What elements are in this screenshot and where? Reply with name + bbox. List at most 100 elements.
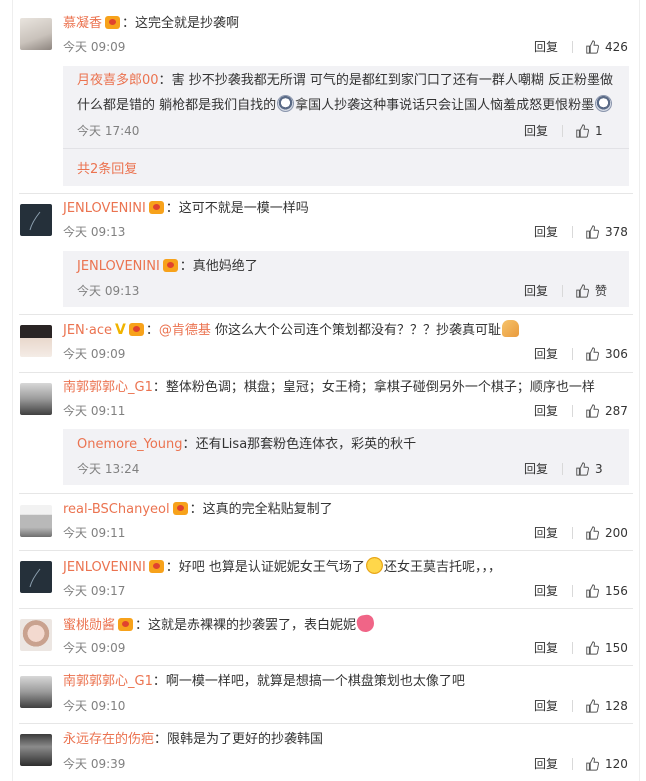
thumbs-up-icon bbox=[576, 462, 589, 476]
username[interactable]: 南郭郭郭心_G1 bbox=[63, 674, 153, 689]
timestamp: 今天 09:09 bbox=[63, 347, 126, 361]
username[interactable]: 月夜喜多郎00 bbox=[77, 73, 159, 88]
reply-text: 害 抄不抄袭我都无所谓 可气的是都红到家门口了还有一群人嘲糊 反正粉墨做 bbox=[171, 73, 613, 88]
like-button[interactable]: 287 bbox=[585, 402, 629, 420]
timestamp: 今天 09:13 bbox=[63, 225, 126, 239]
avatar[interactable] bbox=[20, 325, 52, 357]
more-replies-link[interactable]: 共2条回复 bbox=[77, 158, 137, 177]
thumbs-up-icon bbox=[576, 124, 589, 138]
like-button[interactable]: 128 bbox=[585, 697, 629, 715]
username[interactable]: JENLOVENINI bbox=[77, 259, 160, 274]
username[interactable]: 慕凝香 bbox=[63, 16, 102, 31]
mention-link[interactable]: @肯德基 bbox=[159, 323, 211, 338]
comment-item: 南郭郭郭心_G1：啊一模一样吧，就算是想搞一个棋盘策划也太像了吧 今天 09:1… bbox=[13, 665, 641, 723]
fan-badge-icon bbox=[128, 323, 144, 336]
like-button[interactable]: 156 bbox=[585, 582, 629, 600]
avatar[interactable] bbox=[20, 383, 52, 415]
comment-text: 还女王莫吉托呢，，， bbox=[383, 560, 501, 575]
comment-item: 蜜桃勋酱 ：这就是赤裸裸的抄袭罢了，表白妮妮 今天 09:09 回复 150 bbox=[13, 608, 641, 665]
comment-item: 永远存在的伤疤：限韩是为了更好的抄袭韩国 今天 09:39 回复 120 bbox=[13, 723, 641, 781]
thumbs-up-icon bbox=[586, 40, 599, 54]
thumbs-up-icon bbox=[586, 584, 599, 598]
username[interactable]: JENLOVENINI bbox=[63, 201, 146, 216]
reply-button[interactable]: 回复 bbox=[534, 697, 558, 715]
like-button[interactable]: 426 bbox=[585, 38, 629, 56]
like-count: 1 bbox=[595, 124, 603, 138]
reply-button[interactable]: 回复 bbox=[534, 582, 558, 600]
comment-text: 好吧 也算是认证妮妮女王气场了 bbox=[178, 560, 365, 575]
emoji-icon bbox=[277, 95, 295, 112]
like-button[interactable]: 赞 bbox=[575, 282, 619, 300]
username[interactable]: Onemore_Young bbox=[77, 437, 183, 452]
reply-button[interactable]: 回复 bbox=[534, 755, 558, 773]
reply-button[interactable]: 回复 bbox=[534, 223, 558, 241]
like-button[interactable]: 120 bbox=[585, 755, 629, 773]
avatar[interactable] bbox=[20, 204, 52, 236]
timestamp: 今天 09:11 bbox=[63, 404, 126, 418]
fan-badge-icon bbox=[148, 560, 164, 573]
reply-button[interactable]: 回复 bbox=[534, 524, 558, 542]
comment-text: 这真的完全粘贴复制了 bbox=[202, 502, 333, 517]
reply-text: 什么都是错的 躺枪都是我们自找的 bbox=[77, 98, 277, 113]
fan-badge-icon bbox=[118, 618, 134, 631]
avatar[interactable] bbox=[20, 561, 52, 593]
reply-thread: JENLOVENINI ：真他妈绝了 今天 09:13 回复 赞 bbox=[63, 251, 629, 307]
timestamp: 今天 09:09 bbox=[63, 641, 126, 655]
comment-text: 你这么大个公司连个策划都没有？？？抄袭真可耻 bbox=[215, 323, 502, 338]
reply-button[interactable]: 回复 bbox=[534, 402, 558, 420]
reply-thread: Onemore_Young：还有Lisa那套粉色连体衣，彩英的秋千 今天 13:… bbox=[63, 429, 629, 485]
username[interactable]: 永远存在的伤疤 bbox=[63, 732, 154, 747]
like-button[interactable]: 150 bbox=[585, 639, 629, 657]
username[interactable]: JENLOVENINI bbox=[63, 560, 146, 575]
thumbs-up-icon bbox=[586, 641, 599, 655]
timestamp: 今天 09:17 bbox=[63, 584, 126, 598]
like-count: 426 bbox=[605, 40, 628, 54]
timestamp: 今天 17:40 bbox=[77, 124, 140, 138]
reply-button[interactable]: 回复 bbox=[534, 38, 558, 56]
timestamp: 今天 09:13 bbox=[77, 284, 140, 298]
comment-text: 这可不就是一模一样吗 bbox=[178, 201, 309, 216]
reply-button[interactable]: 回复 bbox=[534, 639, 558, 657]
reply-button[interactable]: 回复 bbox=[524, 122, 548, 140]
comment-item: JEN·ace V ：@肯德基 你这么大个公司连个策划都没有？？？抄袭真可耻 今天 … bbox=[13, 314, 641, 372]
comment-list: 慕凝香 ：这完全就是抄袭啊 今天 09:09 回复 426 月夜喜多郎00：害 抄… bbox=[12, 0, 640, 781]
comment-text: 这就是赤裸裸的抄袭罢了，表白妮妮 bbox=[148, 618, 357, 633]
thumbs-up-icon bbox=[586, 526, 599, 540]
reply-text: 拿国人抄袭这种事说话只会让国人恼羞成怒更恨粉墨 bbox=[295, 98, 595, 113]
like-button[interactable]: 200 bbox=[585, 524, 629, 542]
username[interactable]: JEN·ace bbox=[63, 323, 112, 338]
comment-text: 这完全就是抄袭啊 bbox=[135, 16, 240, 31]
username[interactable]: 蜜桃勋酱 bbox=[63, 618, 115, 633]
fan-badge-icon bbox=[172, 502, 188, 515]
username[interactable]: real-BSChanyeol bbox=[63, 502, 170, 517]
avatar[interactable] bbox=[20, 619, 52, 651]
reply-button[interactable]: 回复 bbox=[524, 282, 548, 300]
timestamp: 今天 09:11 bbox=[63, 526, 126, 540]
avatar[interactable] bbox=[20, 505, 52, 537]
avatar[interactable] bbox=[20, 18, 52, 50]
like-button[interactable]: 1 bbox=[575, 122, 619, 140]
pray-emoji-icon bbox=[502, 320, 520, 337]
comment-text: 整体粉色调；棋盘；皇冠；女王椅；拿棋子碰倒另外一个棋子；顺序也一样 bbox=[165, 380, 595, 395]
thumbs-up-icon bbox=[586, 225, 599, 239]
like-button[interactable]: 306 bbox=[585, 345, 629, 363]
comment-text: 啊一模一样吧，就算是想搞一个棋盘策划也太像了吧 bbox=[165, 674, 465, 689]
thumbs-up-icon bbox=[586, 347, 599, 361]
heart-emoji-icon bbox=[355, 613, 376, 634]
username[interactable]: 南郭郭郭心_G1 bbox=[63, 380, 153, 395]
fan-badge-icon bbox=[148, 201, 164, 214]
timestamp: 今天 09:09 bbox=[63, 40, 126, 54]
reply-button[interactable]: 回复 bbox=[534, 345, 558, 363]
reply-button[interactable]: 回复 bbox=[524, 460, 548, 478]
comment-item: 慕凝香 ：这完全就是抄袭啊 今天 09:09 回复 426 月夜喜多郎00：害 抄… bbox=[13, 0, 641, 196]
like-button[interactable]: 378 bbox=[585, 223, 629, 241]
thumbs-up-icon bbox=[586, 757, 599, 771]
fan-badge-icon bbox=[105, 16, 121, 29]
avatar[interactable] bbox=[20, 734, 52, 766]
timestamp: 今天 09:10 bbox=[63, 699, 126, 713]
like-button[interactable]: 3 bbox=[575, 460, 619, 478]
avatar[interactable] bbox=[20, 676, 52, 708]
comment-item: JENLOVENINI ：好吧 也算是认证妮妮女王气场了 还女王莫吉托呢，，， 今天… bbox=[13, 550, 641, 608]
like-count: 赞 bbox=[595, 284, 608, 298]
emoji-icon bbox=[595, 95, 613, 112]
